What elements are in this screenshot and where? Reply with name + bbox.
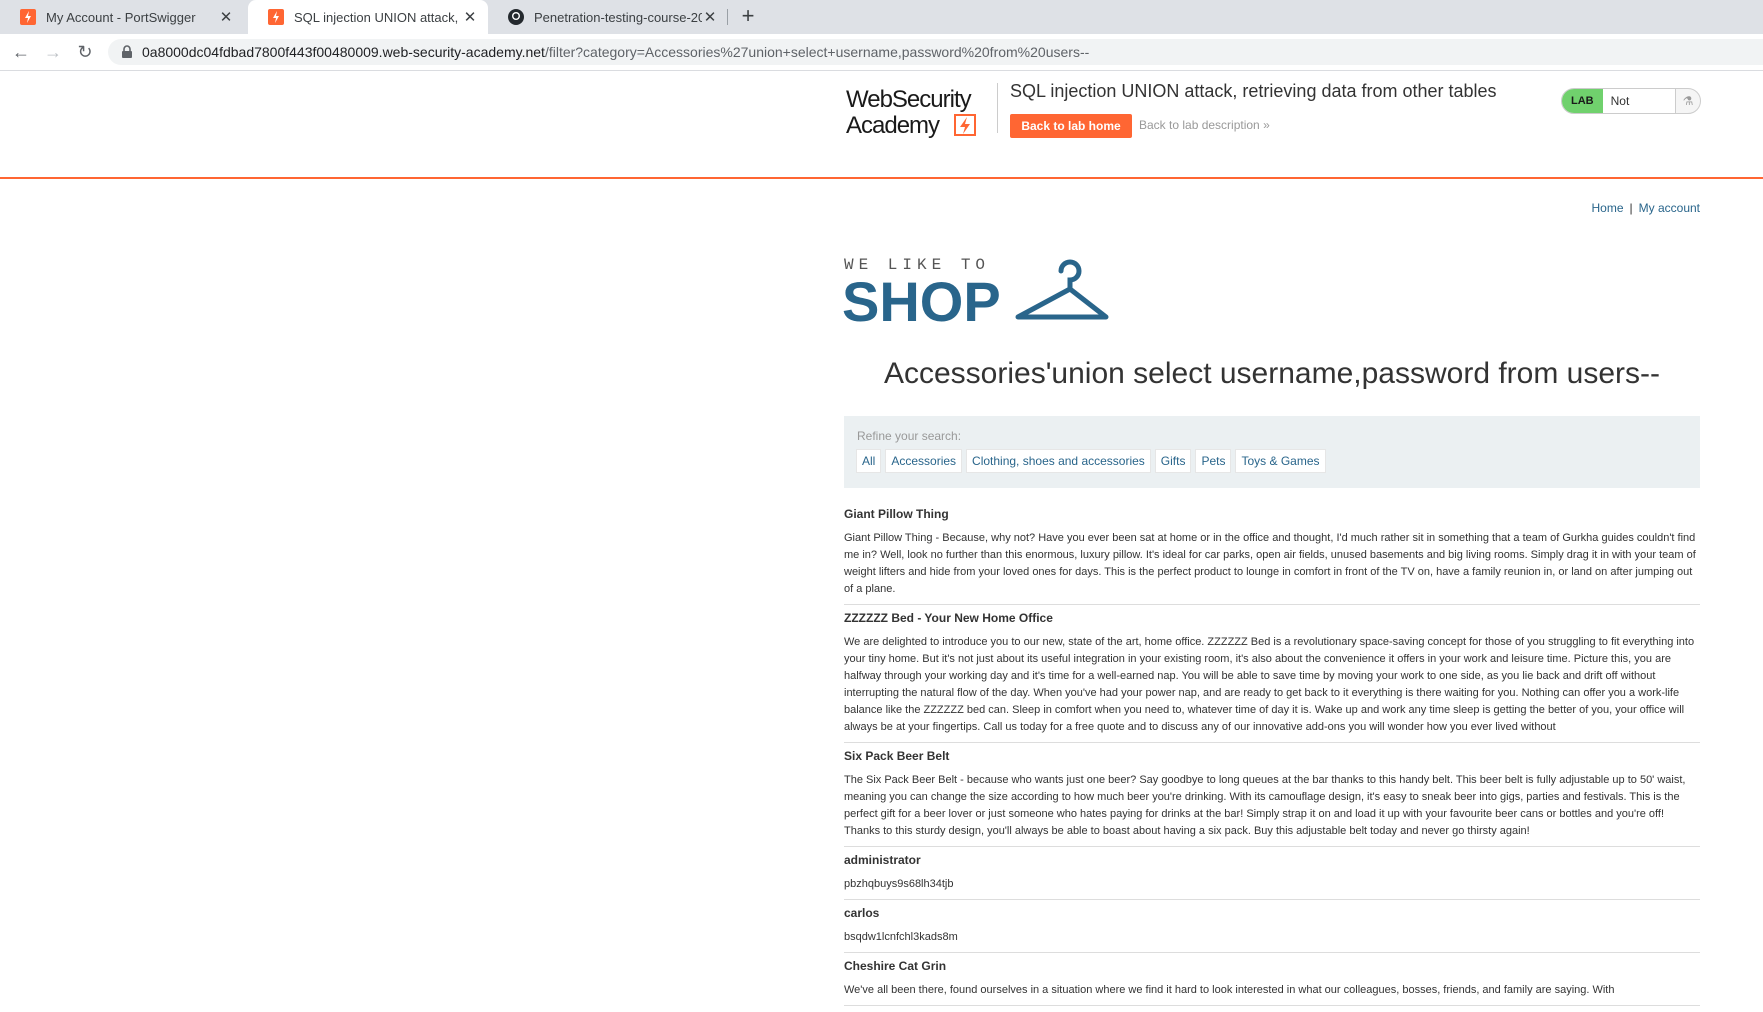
close-icon[interactable]: ✕ xyxy=(218,8,234,26)
new-tab-button[interactable]: + xyxy=(736,5,760,28)
my-account-link[interactable]: My account xyxy=(1639,201,1700,215)
lab-header: WebSecurity Academy SQL injection UNION … xyxy=(0,71,1763,179)
tab-separator xyxy=(727,9,728,25)
lab-status-text: Not solved xyxy=(1602,89,1675,113)
address-bar[interactable]: 0a8000dc04fdbad7800f443f00480009.web-sec… xyxy=(108,39,1763,65)
forward-arrow-icon[interactable]: → xyxy=(41,40,65,64)
table-row: Six Pack Beer Belt The Six Pack Beer Bel… xyxy=(844,749,1700,847)
flask-icon: ⚗ xyxy=(1675,89,1700,113)
close-icon[interactable]: ✕ xyxy=(462,8,478,26)
portswigger-icon xyxy=(20,9,36,25)
nav-separator: | xyxy=(1629,201,1633,215)
result-name: Six Pack Beer Belt xyxy=(844,749,950,763)
result-name: administrator xyxy=(844,853,921,867)
table-row: Giant Pillow Thing Giant Pillow Thing - … xyxy=(844,507,1700,605)
lab-title: SQL injection UNION attack, retrieving d… xyxy=(1010,81,1497,101)
filter-link-gifts[interactable]: Gifts xyxy=(1154,449,1192,473)
result-name: carlos xyxy=(844,906,880,920)
filter-link-toys-games[interactable]: Toys & Games xyxy=(1235,449,1326,473)
result-description: We are delighted to introduce you to our… xyxy=(844,636,1695,733)
table-row: carlos bsqdw1lcnfchl3kads8m xyxy=(844,906,1700,953)
tab-penetration-testing-course[interactable]: Penetration-testing-course-2023 ✕ xyxy=(488,0,728,34)
back-to-lab-home-button[interactable]: Back to lab home xyxy=(1010,114,1132,138)
close-icon[interactable]: ✕ xyxy=(702,8,718,26)
result-description: pbzhqbuys9s68lh34tjb xyxy=(844,878,954,890)
lab-badge: LAB xyxy=(1562,89,1603,113)
home-link[interactable]: Home xyxy=(1592,201,1624,215)
results-table: Giant Pillow Thing Giant Pillow Thing - … xyxy=(844,502,1700,1012)
shop-logo-wordmark: SHOP xyxy=(842,270,1001,333)
tab-title: Penetration-testing-course-2023 xyxy=(534,9,702,25)
result-description: The Six Pack Beer Belt - because who wan… xyxy=(844,774,1686,837)
tab-sql-injection[interactable]: SQL injection UNION attack, retrieving d… xyxy=(248,0,488,34)
filter-link-pets[interactable]: Pets xyxy=(1195,449,1232,473)
url-host: 0a8000dc04fdbad7800f443f00480009.web-sec… xyxy=(142,44,545,60)
header-divider xyxy=(997,83,998,133)
category-heading: Accessories'union select username,passwo… xyxy=(883,357,1661,390)
filter-panel: Refine your search: All Accessories Clot… xyxy=(844,416,1700,488)
clothes-hanger-icon xyxy=(1015,259,1109,320)
filter-links: All Accessories Clothing, shoes and acce… xyxy=(856,449,1330,473)
result-description: We've all been there, found ourselves in… xyxy=(844,984,1615,996)
result-description: bsqdw1lcnfchl3kads8m xyxy=(844,931,958,943)
back-arrow-icon[interactable]: ← xyxy=(9,40,33,64)
svg-text:Academy: Academy xyxy=(846,112,940,139)
filter-link-accessories[interactable]: Accessories xyxy=(885,449,963,473)
top-nav: Home | My account xyxy=(1592,201,1701,215)
result-name: Cheshire Cat Grin xyxy=(844,959,947,973)
url-path: /filter?category=Accessories%27union+sel… xyxy=(544,44,1090,60)
filter-label: Refine your search: xyxy=(857,429,962,443)
reload-icon[interactable]: ↻ xyxy=(73,40,97,64)
lab-status-widget: LAB Not solved ⚗ xyxy=(1561,88,1701,114)
result-name: ZZZZZZ Bed - Your New Home Office xyxy=(844,611,1053,625)
shop-logo: WE LIKE TO SHOP xyxy=(842,256,1109,333)
github-icon xyxy=(508,9,524,25)
portswigger-icon xyxy=(268,9,284,25)
tab-my-account[interactable]: My Account - PortSwigger ✕ xyxy=(0,0,244,34)
browser-toolbar: ← → ↻ 0a8000dc04fdbad7800f443f00480009.w… xyxy=(0,34,1763,71)
tab-title: My Account - PortSwigger xyxy=(46,9,196,25)
table-row: administrator pbzhqbuys9s68lh34tjb xyxy=(844,853,1700,900)
lock-icon xyxy=(122,45,132,58)
web-security-academy-logo[interactable]: WebSecurity Academy xyxy=(844,85,994,141)
tab-title: SQL injection UNION attack, retrieving d… xyxy=(294,9,462,25)
svg-text:WebSecurity: WebSecurity xyxy=(846,86,972,113)
filter-link-clothing[interactable]: Clothing, shoes and accessories xyxy=(966,449,1151,473)
result-description: Giant Pillow Thing - Because, why not? H… xyxy=(844,532,1696,595)
browser-tab-strip: My Account - PortSwigger ✕ SQL injection… xyxy=(0,0,1763,34)
filter-link-all[interactable]: All xyxy=(856,449,882,473)
result-name: Giant Pillow Thing xyxy=(844,507,949,521)
table-row: Cheshire Cat Grin We've all been there, … xyxy=(844,959,1700,1006)
back-to-lab-description-link[interactable]: Back to lab description » xyxy=(1139,118,1270,132)
table-row: ZZZZZZ Bed - Your New Home Office We are… xyxy=(844,611,1700,743)
